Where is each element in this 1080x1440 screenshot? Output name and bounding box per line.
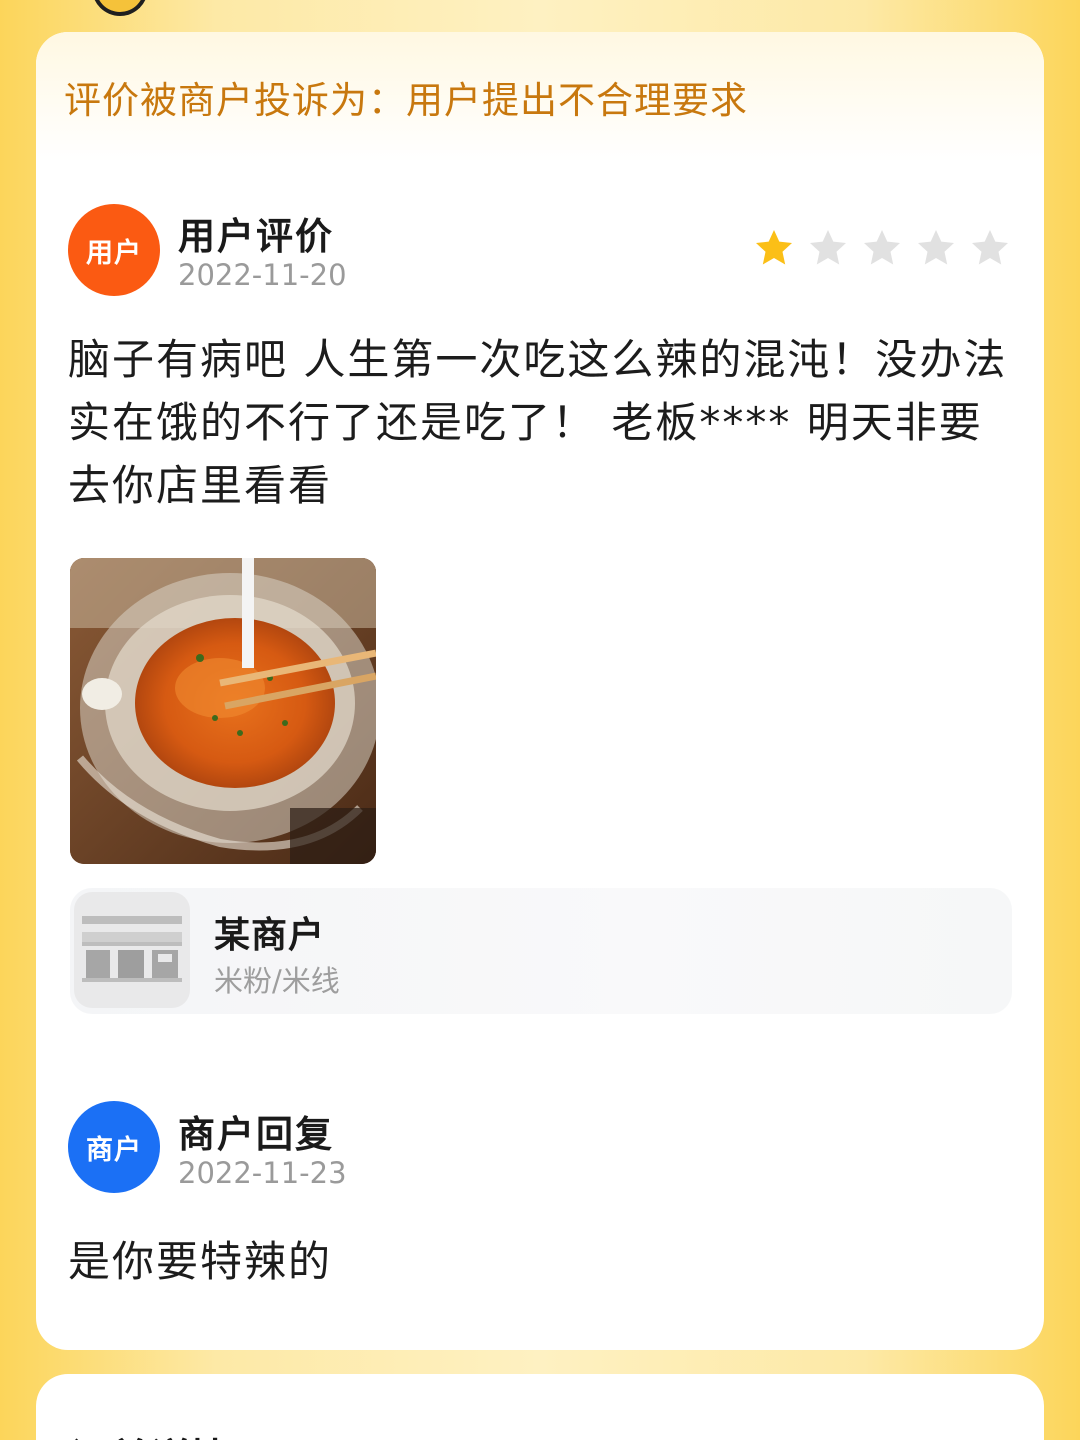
- rating-stars: [754, 228, 1010, 268]
- wonton-soup-image: [70, 558, 376, 864]
- star-empty-icon: [864, 230, 900, 265]
- review-photo[interactable]: [70, 558, 376, 864]
- order-details-title: 订单详情: [70, 1426, 230, 1440]
- user-review-title: 用户评价: [178, 215, 334, 258]
- order-details-card: 订单详情: [36, 1374, 1044, 1440]
- shop-name: 某商户: [214, 915, 326, 956]
- review-card: 评价被商户投诉为：用户提出不合理要求 用户 用户评价 2022-11-20 脑子…: [36, 32, 1044, 1350]
- merchant-avatar: 商户: [68, 1101, 160, 1193]
- merchant-reply-date: 2022-11-23: [178, 1156, 347, 1190]
- star-empty-icon: [810, 230, 846, 265]
- storefront-icon: [74, 892, 190, 1008]
- star-empty-icon: [972, 230, 1008, 265]
- user-review-date: 2022-11-20: [178, 258, 347, 292]
- merchant-reply-text: 是你要特辣的: [68, 1237, 333, 1286]
- review-text: 脑子有病吧 人生第一次吃这么辣的混沌！没办法 实在饿的不行了还是吃了！ 老板**…: [68, 335, 1008, 510]
- shop-card[interactable]: 某商户 米粉/米线: [70, 888, 1012, 1014]
- shop-category: 米粉/米线: [214, 964, 340, 998]
- merchant-reply-title: 商户回复: [178, 1113, 334, 1156]
- user-avatar: 用户: [68, 204, 160, 296]
- complaint-header: 评价被商户投诉为：用户提出不合理要求: [36, 32, 1044, 162]
- star-filled-icon: [756, 230, 792, 265]
- star-empty-icon: [918, 230, 954, 265]
- complaint-text: 评价被商户投诉为：用户提出不合理要求: [64, 79, 748, 122]
